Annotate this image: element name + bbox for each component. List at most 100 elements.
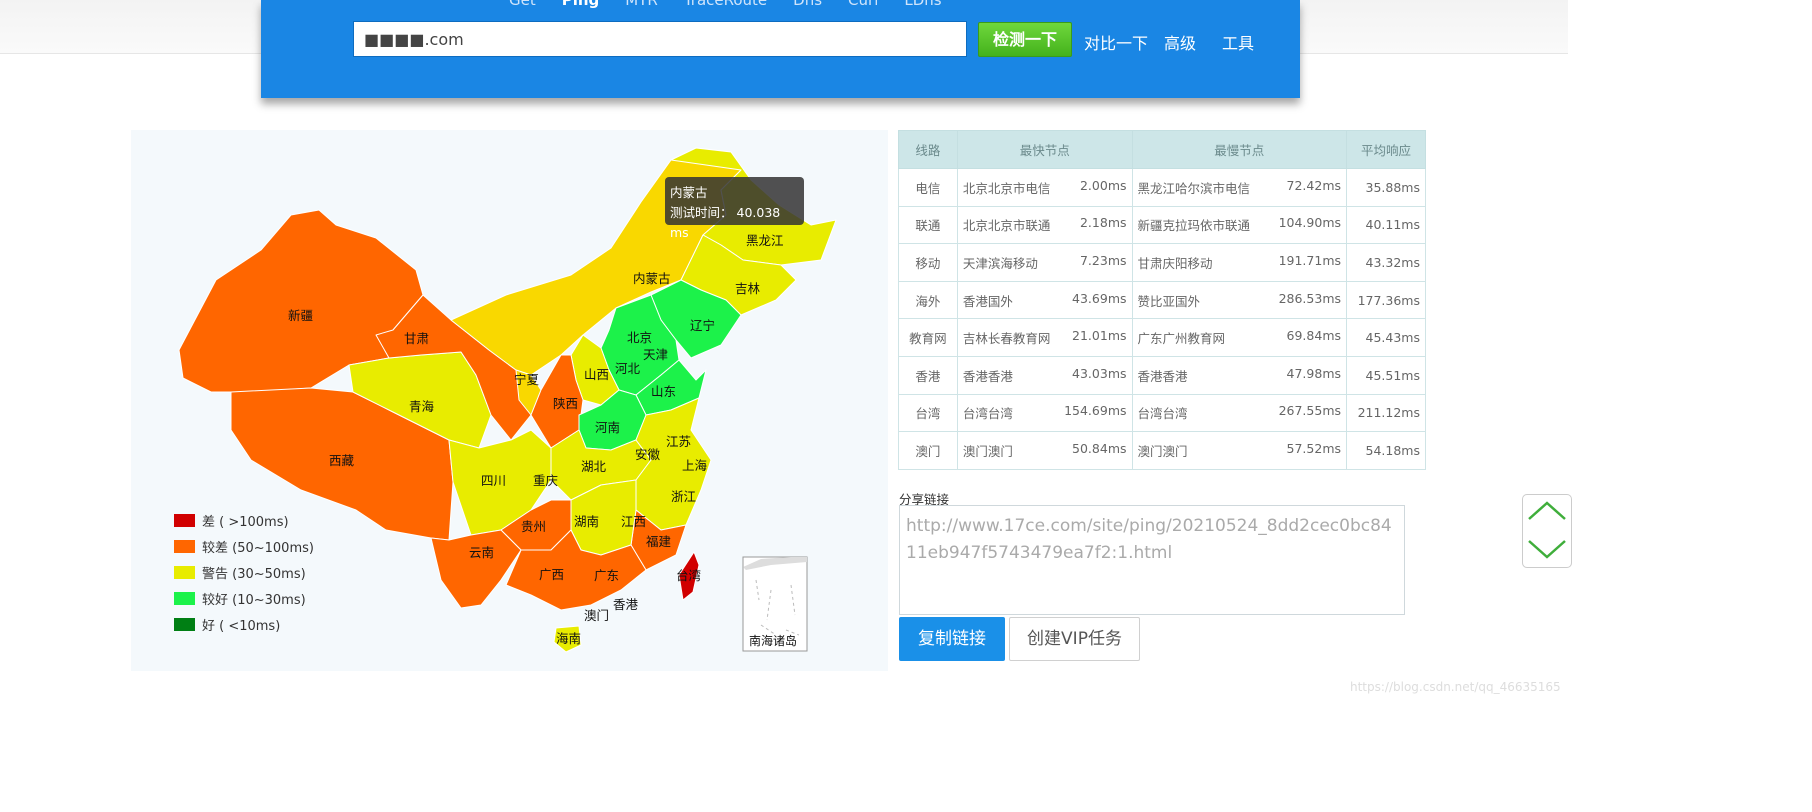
- label-yunnan: 云南: [469, 545, 494, 560]
- tooltip-province: 内蒙古: [670, 185, 708, 200]
- fast-ms: 43.03ms: [1072, 365, 1127, 381]
- slow-ms: 104.90ms: [1278, 215, 1342, 231]
- chevron-down-icon: [1528, 540, 1566, 559]
- fast-ms: 50.84ms: [1072, 440, 1127, 456]
- scroll-down-button[interactable]: [1523, 531, 1569, 567]
- fast-ms: 154.69ms: [1064, 403, 1127, 419]
- legend-item-warning[interactable]: 警告 (30~50ms): [174, 559, 314, 585]
- legend-label: 警告 (30~50ms): [202, 566, 306, 582]
- scroll-up-button[interactable]: [1523, 495, 1569, 531]
- label-hainan: 海南: [556, 631, 581, 646]
- map-legend: 差 ( >100ms) 较差 (50~100ms) 警告 (30~50ms) 较…: [174, 507, 314, 637]
- table-header-row: 线路 最快节点 最慢节点 平均响应: [898, 130, 1426, 169]
- table-row: 海外 香港国外 43.69ms 赞比亚国外 286.53ms 177.36ms: [898, 280, 1426, 320]
- cell-fast: 吉林长春教育网 21.01ms: [956, 318, 1133, 357]
- ping-stats-table: 线路 最快节点 最慢节点 平均响应 电信 北京北京市电信 2.00ms 黑龙江哈尔…: [898, 130, 1426, 470]
- legend-item-bad[interactable]: 差 ( >100ms): [174, 507, 314, 533]
- url-input[interactable]: [353, 21, 967, 57]
- fast-node: 香港香港: [962, 368, 1013, 384]
- label-jiangxi: 江西: [621, 514, 646, 529]
- slow-node: 甘肃庆阳移动: [1137, 255, 1213, 271]
- label-aomen: 澳门: [584, 608, 609, 623]
- label-guangxi: 广西: [539, 567, 564, 582]
- cell-avg: 45.43ms: [1346, 318, 1426, 357]
- cell-avg: 40.11ms: [1346, 205, 1426, 245]
- slow-ms: 72.42ms: [1286, 177, 1342, 193]
- fast-node: 北京北京市联通: [962, 218, 1051, 234]
- tooltip-measure: 测试时间： 40.038 ms: [670, 203, 799, 243]
- cell-avg: 211.12ms: [1346, 393, 1426, 433]
- compare-link[interactable]: 对比一下: [1084, 30, 1148, 54]
- test-type-tabs: Get Ping MTR TraceRoute Dns Curl LDns: [509, 0, 942, 9]
- label-xianggang: 香港: [613, 597, 639, 612]
- china-ping-map: 新疆 西藏 青海 甘肃 宁夏 陕西 山西 北京 天津 河北 辽宁 吉林 黑龙江 …: [131, 130, 888, 671]
- tab-get[interactable]: Get: [509, 0, 536, 9]
- cell-line: 联通: [898, 205, 958, 245]
- label-jilin: 吉林: [735, 281, 761, 296]
- table-row: 台湾 台湾台湾 154.69ms 台湾台湾 267.55ms 211.12ms: [898, 393, 1426, 433]
- legend-swatch: [174, 591, 195, 605]
- tab-ldns[interactable]: LDns: [904, 0, 941, 9]
- header-panel: Get Ping MTR TraceRoute Dns Curl LDns 检测…: [261, 0, 1300, 98]
- cell-avg: 43.32ms: [1346, 243, 1426, 282]
- header-fastest: 最快节点: [956, 130, 1133, 169]
- slow-ms: 47.98ms: [1286, 365, 1342, 381]
- slow-ms: 267.55ms: [1278, 403, 1342, 419]
- advanced-link[interactable]: 高级: [1164, 30, 1196, 54]
- slow-ms: 286.53ms: [1278, 290, 1342, 306]
- fast-ms: 21.01ms: [1072, 328, 1127, 344]
- label-taiwan: 台湾: [676, 568, 701, 583]
- cell-line: 教育网: [898, 318, 958, 357]
- label-xinjiang: 新疆: [288, 308, 313, 323]
- label-ningxia: 宁夏: [514, 372, 540, 387]
- legend-label: 好 ( <10ms): [202, 618, 281, 634]
- create-vip-task-button[interactable]: 创建VIP任务: [1009, 617, 1140, 661]
- slow-node: 澳门澳门: [1137, 443, 1188, 459]
- legend-item-good[interactable]: 好 ( <10ms): [174, 611, 314, 637]
- table-row: 联通 北京北京市联通 2.18ms 新疆克拉玛依市联通 104.90ms 40.11…: [898, 205, 1426, 245]
- inset-label: 南海诸岛: [749, 633, 797, 648]
- tab-mtr[interactable]: MTR: [625, 0, 658, 9]
- tab-traceroute[interactable]: TraceRoute: [684, 0, 767, 9]
- tab-curl[interactable]: Curl: [848, 0, 878, 9]
- label-gansu: 甘肃: [404, 331, 429, 346]
- province-yunnan[interactable]: [430, 529, 522, 609]
- legend-swatch: [174, 617, 195, 631]
- slow-ms: 57.52ms: [1286, 440, 1342, 456]
- fast-ms: 43.69ms: [1072, 290, 1127, 306]
- label-hunan: 湖南: [574, 514, 599, 529]
- legend-label: 差 ( >100ms): [202, 514, 289, 530]
- cell-fast: 天津滨海移动 7.23ms: [956, 243, 1133, 282]
- label-henan: 河南: [595, 420, 620, 435]
- slow-node: 黑龙江哈尔滨市电信: [1137, 180, 1251, 196]
- label-sichuan: 四川: [481, 473, 506, 488]
- check-button[interactable]: 检测一下: [978, 22, 1072, 57]
- label-shandong: 山东: [651, 384, 676, 399]
- cell-slow: 新疆克拉玛依市联通 104.90ms: [1131, 205, 1348, 245]
- legend-item-better[interactable]: 较好 (10~30ms): [174, 585, 314, 611]
- tools-link[interactable]: 工具: [1222, 30, 1254, 54]
- tooltip-label: 测试时间：: [670, 205, 733, 220]
- cell-line: 澳门: [898, 431, 958, 470]
- copy-link-button[interactable]: 复制链接: [899, 617, 1005, 661]
- cell-slow: 台湾台湾 267.55ms: [1131, 393, 1348, 433]
- cell-slow: 香港香港 47.98ms: [1131, 355, 1348, 395]
- tab-ping[interactable]: Ping: [562, 0, 600, 9]
- table-row: 澳门 澳门澳门 50.84ms 澳门澳门 57.52ms 54.18ms: [898, 431, 1426, 470]
- scroll-widget: [1522, 494, 1572, 568]
- label-shanxi: 山西: [584, 367, 609, 382]
- cell-line: 香港: [898, 355, 958, 395]
- legend-item-poor[interactable]: 较差 (50~100ms): [174, 533, 314, 559]
- slow-node: 广东广州教育网: [1137, 331, 1226, 347]
- fast-ms: 2.18ms: [1079, 215, 1127, 231]
- share-link-textarea[interactable]: http://www.17ce.com/site/ping/20210524_8…: [899, 505, 1405, 615]
- header-line: 线路: [898, 130, 958, 169]
- table-row: 移动 天津滨海移动 7.23ms 甘肃庆阳移动 191.71ms 43.32ms: [898, 243, 1426, 282]
- label-beijing: 北京: [627, 330, 652, 345]
- table-row: 教育网 吉林长春教育网 21.01ms 广东广州教育网 69.84ms 45.43m…: [898, 318, 1426, 357]
- label-fujian: 福建: [646, 534, 672, 549]
- cell-fast: 北京北京市电信 2.00ms: [956, 168, 1133, 207]
- label-chongqing: 重庆: [533, 473, 559, 488]
- cell-avg: 54.18ms: [1346, 431, 1426, 470]
- tab-dns[interactable]: Dns: [793, 0, 822, 9]
